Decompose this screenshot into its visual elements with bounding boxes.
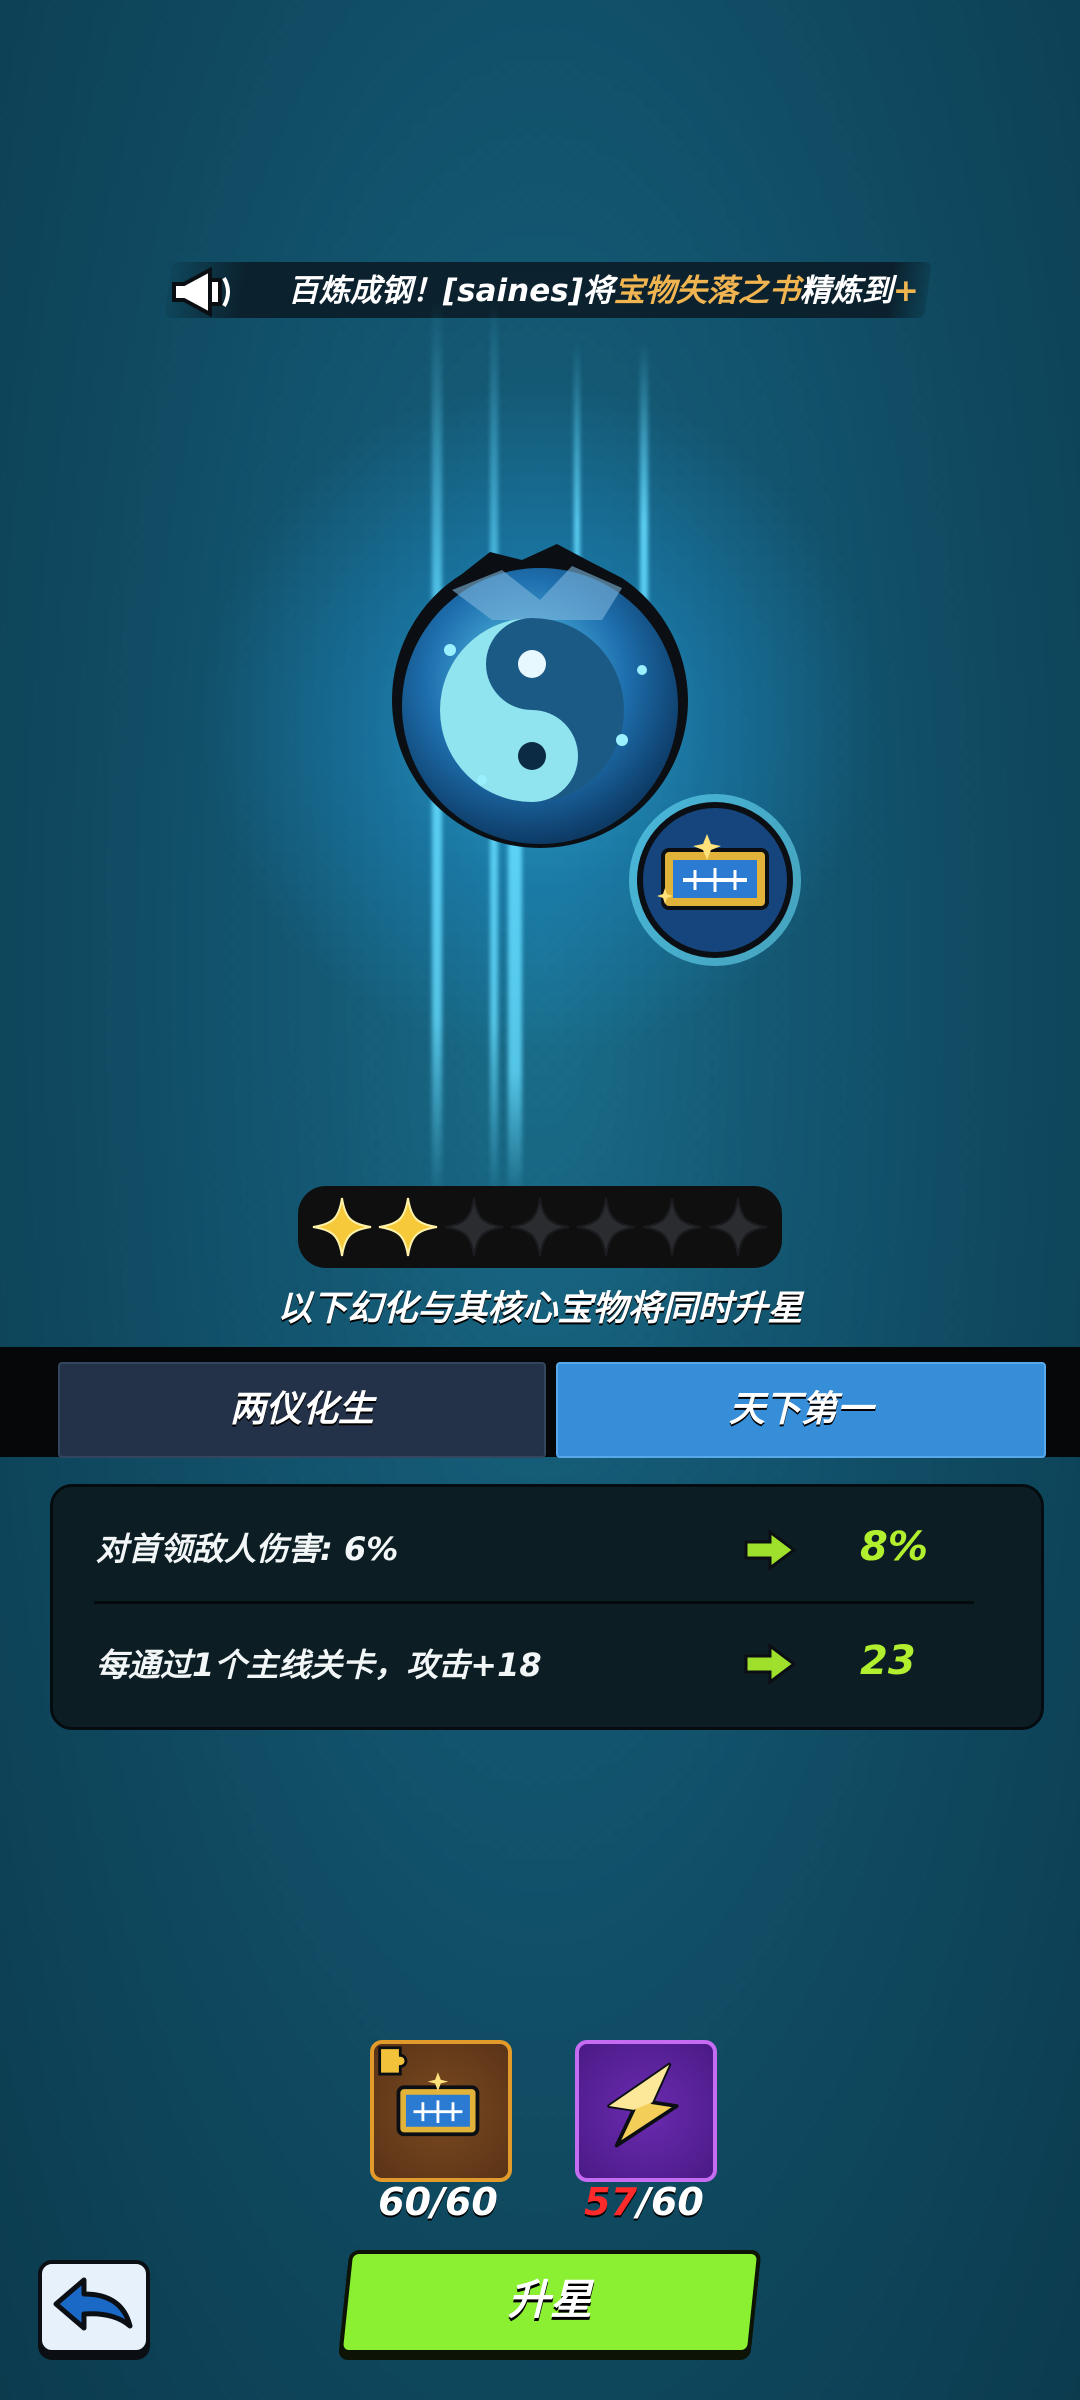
cost-owned: 57 (584, 2180, 638, 2224)
star-empty-icon (576, 1197, 636, 1257)
tab-tianxia-diyi[interactable]: 天下第一 (556, 1362, 1046, 1458)
plaque-scroll-icon (378, 2046, 480, 2137)
tab-liangyi-huasheng[interactable]: 两仪化生 (58, 1362, 546, 1458)
arrow-right-icon (744, 1529, 797, 1571)
megaphone-icon (172, 266, 230, 318)
stat-label: 对首领敌人伤害: 6% (96, 1530, 399, 1568)
broadcast-suffix: 精炼到 (799, 273, 893, 309)
stat-new-value: 8% (860, 1524, 928, 1570)
star-empty-icon (642, 1197, 702, 1257)
stats-panel (50, 1484, 1044, 1730)
star-filled-icon (312, 1197, 372, 1257)
stat-new-value: 23 (860, 1638, 916, 1684)
cost-count-plaque: 60/60 (338, 2180, 538, 2224)
upgrade-star-label[interactable]: 升星 (344, 2250, 756, 2350)
cost-owned: 60 (378, 2180, 432, 2224)
star-rating (298, 1186, 782, 1268)
tianxia-diyi-plaque-icon (629, 794, 801, 966)
broadcast-item-name: 宝物失落之书 (613, 273, 800, 309)
arrow-right-icon (744, 1643, 797, 1685)
cost-item-plaque[interactable] (370, 2040, 512, 2182)
broadcast-prefix: 百炼成钢！[saines]将 (288, 273, 614, 309)
stat-label: 每通过1个主线关卡，攻击+18 (96, 1646, 542, 1684)
stat-divider (94, 1601, 974, 1604)
star-empty-icon (708, 1197, 768, 1257)
cost-required: 60 (444, 2180, 498, 2224)
star-filled-icon (378, 1197, 438, 1257)
cost-count-star-shard: 57/60 (544, 2180, 744, 2224)
broadcast-text: 百炼成钢！[saines]将宝物失落之书精炼到+ (288, 266, 918, 316)
broadcast-tail: + (892, 273, 918, 309)
cost-separator: / (637, 2180, 651, 2224)
upgrade-caption: 以下幻化与其核心宝物将同时升星 (277, 1289, 803, 1329)
cost-item-star-shard[interactable] (575, 2040, 717, 2182)
star-empty-icon (444, 1197, 504, 1257)
cost-required: 60 (650, 2180, 704, 2224)
cost-separator: / (431, 2180, 445, 2224)
star-shard-icon (607, 2062, 679, 2148)
back-button[interactable] (38, 2260, 150, 2354)
star-empty-icon (510, 1197, 570, 1257)
back-arrow-icon (53, 2277, 133, 2331)
